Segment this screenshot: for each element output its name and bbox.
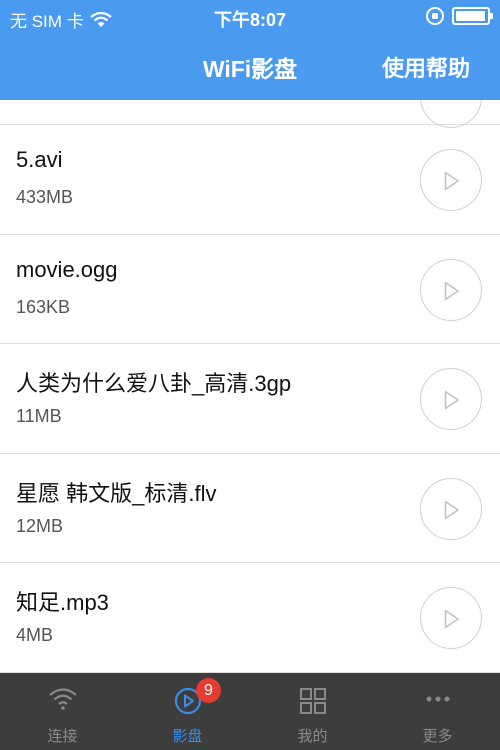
- file-name: movie.ogg: [16, 256, 118, 282]
- file-list: 5.avi 433MB movie.ogg 163KB 人类为什么爱八卦_高清.…: [0, 100, 500, 673]
- file-name: 星愿 韩文版_标清.flv: [16, 480, 217, 506]
- more-icon: [426, 696, 449, 702]
- list-item[interactable]: movie.ogg 163KB: [0, 235, 500, 344]
- file-name: 知足.mp3: [16, 590, 109, 615]
- tab-label: 连接: [47, 728, 78, 745]
- file-size: 4MB: [16, 625, 54, 645]
- rotation-lock-icon: [426, 7, 444, 25]
- wifi-icon: [48, 688, 77, 710]
- page-title-text: WiFi影盘: [202, 56, 298, 82]
- play-button[interactable]: [420, 587, 482, 649]
- grid-icon: [299, 688, 326, 714]
- battery-icon: [452, 7, 493, 25]
- list-item[interactable]: 星愿 韩文版_标清.flv 12MB: [0, 454, 500, 563]
- status-indicators: [426, 7, 493, 25]
- play-button[interactable]: [420, 258, 482, 321]
- tab-mine[interactable]: 我的: [250, 673, 375, 750]
- tab-connect[interactable]: 连接: [0, 673, 125, 750]
- tab-label: 我的: [297, 728, 328, 745]
- file-size: 11MB: [16, 406, 62, 426]
- tab-bar: 连接 影盘 我的 更多 9: [0, 673, 500, 750]
- file-size: 433MB: [16, 187, 74, 207]
- play-button[interactable]: [420, 149, 482, 211]
- play-icon: [444, 609, 459, 629]
- list-item-partial: [0, 100, 500, 128]
- play-button[interactable]: [420, 477, 482, 540]
- notification-badge: 9: [196, 678, 221, 703]
- tab-disk[interactable]: 影盘: [125, 673, 250, 750]
- play-icon: [444, 281, 459, 300]
- tab-label: 影盘: [172, 728, 203, 745]
- play-button[interactable]: [420, 368, 482, 430]
- status-time: 下午8:07: [213, 10, 287, 30]
- status-bar: 无 SIM 卡 下午8:07: [0, 0, 500, 34]
- list-item[interactable]: 知足.mp3 4MB: [0, 563, 500, 673]
- battery-tip: [490, 13, 493, 19]
- help-button[interactable]: 使用帮助: [382, 51, 470, 83]
- battery-level: [456, 11, 485, 21]
- play-icon: [444, 500, 459, 519]
- file-name: 5.avi: [16, 147, 63, 172]
- play-button[interactable]: [420, 100, 482, 128]
- play-icon: [444, 390, 459, 410]
- play-icon: [444, 171, 459, 191]
- file-size: 12MB: [16, 515, 64, 536]
- app-header: 无 SIM 卡 下午8:07 WiFi影盘 使用帮助: [0, 0, 500, 100]
- tab-more[interactable]: 更多: [375, 673, 500, 750]
- list-item[interactable]: 5.avi 433MB: [0, 125, 500, 235]
- file-name: 人类为什么爱八卦_高清.3gp: [16, 371, 292, 396]
- list-item[interactable]: 人类为什么爱八卦_高清.3gp 11MB: [0, 344, 500, 454]
- file-size: 163KB: [16, 296, 71, 317]
- tab-label: 更多: [422, 728, 453, 745]
